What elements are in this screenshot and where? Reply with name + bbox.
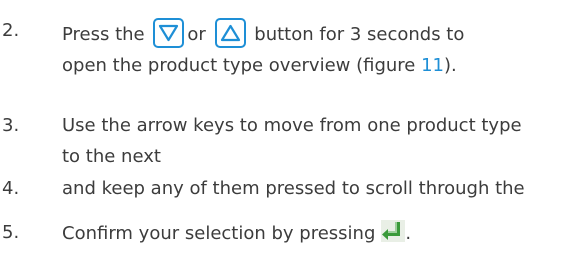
enter-key-icon [381,220,406,242]
step-text-part: Press the [62,24,145,45]
step-text: Press the or button for 3 seconds to ope… [62,18,464,78]
step-text-part: . [405,223,412,244]
step-text: Confirm your selection by pressing . [62,220,411,246]
step-number: 2. [2,20,20,41]
step-text-part: or [187,24,206,45]
step-text-part: ). [444,55,457,76]
step-text-part: Confirm your selection by pressing [62,223,376,244]
step-text-part: button for 3 seconds to [254,24,465,45]
step-number: 3. [2,115,20,136]
step-text: and keep any of them pressed to scroll t… [62,176,525,201]
step-number: 5. [2,222,20,243]
step-number: 4. [2,178,20,199]
up-triangle-button-icon [214,18,246,48]
step-text-line: to the next [62,146,161,167]
step-text-part: open the product type overview (figure [62,55,422,76]
down-triangle-button-icon [153,18,185,48]
figure-reference-link[interactable]: 11 [421,55,444,76]
step-text-line: and keep any of them pressed to scroll t… [62,178,525,199]
step-text: Use the arrow keys to move from one prod… [62,113,522,169]
step-text-line: Use the arrow keys to move from one prod… [62,115,522,136]
